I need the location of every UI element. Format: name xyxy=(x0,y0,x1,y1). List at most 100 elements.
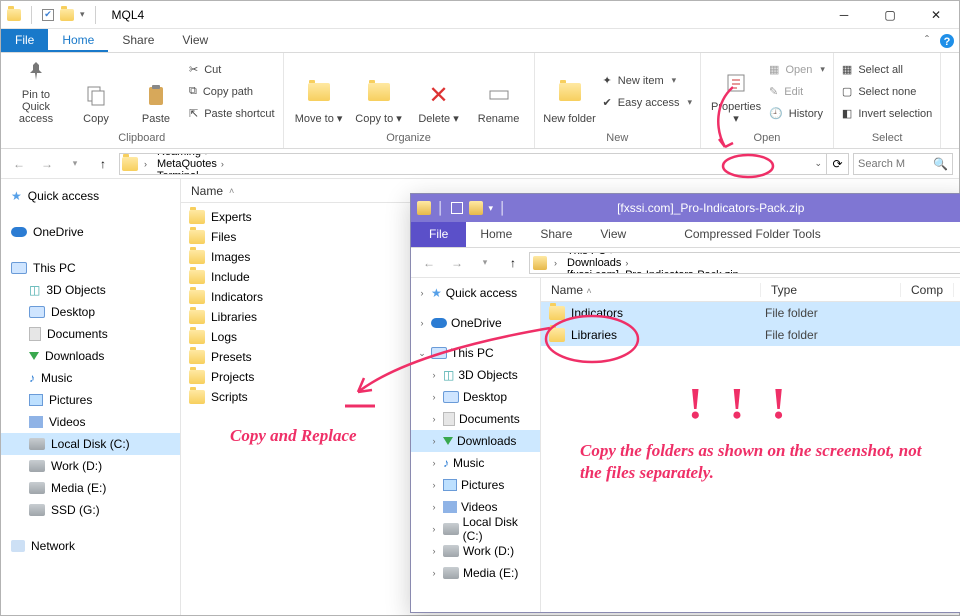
forward-button[interactable]: → xyxy=(35,152,59,176)
search-box[interactable]: 🔍 xyxy=(853,153,953,175)
select-none-icon: ▢ xyxy=(842,85,852,98)
column-name[interactable]: Name ˄ xyxy=(541,283,761,297)
up-button[interactable]: ↑ xyxy=(501,251,525,275)
nav-item[interactable]: ›Local Disk (C:) xyxy=(411,518,540,540)
breadcrumb-item[interactable]: Downloads› xyxy=(561,257,752,269)
nav-quick-access[interactable]: ★Quick access xyxy=(1,185,180,207)
nav-item[interactable]: ›◫3D Objects xyxy=(411,364,540,386)
nav-onedrive[interactable]: OneDrive xyxy=(1,221,180,243)
tab-home[interactable]: Home xyxy=(48,29,108,52)
tab-home[interactable]: Home xyxy=(466,222,526,247)
nav-item[interactable]: ›Media (E:) xyxy=(411,562,540,584)
nav-item[interactable]: ›Documents xyxy=(411,408,540,430)
nav-item[interactable]: ›♪Music xyxy=(411,452,540,474)
nav-item[interactable]: Media (E:) xyxy=(1,477,180,499)
new-folder-button[interactable]: New folder xyxy=(543,58,597,126)
minimize-button[interactable]: ─ xyxy=(821,1,867,29)
nav-this-pc[interactable]: ⌄This PC xyxy=(411,342,540,364)
nav-item[interactable]: ◫3D Objects xyxy=(1,279,180,301)
up-button[interactable]: ↑ xyxy=(91,152,115,176)
folder-icon xyxy=(189,390,205,404)
nav-item[interactable]: Local Disk (C:) xyxy=(1,433,180,455)
qat-checkbox[interactable]: ✔ xyxy=(42,9,54,21)
copy-button[interactable]: Copy xyxy=(69,58,123,126)
breadcrumb[interactable]: › This PC›Downloads›[fxssi.com]_Pro-Indi… xyxy=(529,252,960,274)
maximize-button[interactable]: ▢ xyxy=(867,1,913,29)
group-label-new: New xyxy=(535,130,701,148)
breadcrumb-item[interactable]: MetaQuotes› xyxy=(151,158,378,170)
column-type[interactable]: Type xyxy=(761,283,901,297)
qat-dropdown-icon[interactable]: ▾ xyxy=(489,203,494,214)
close-button[interactable]: ✕ xyxy=(913,1,959,29)
paste-shortcut-button[interactable]: ⇱Paste shortcut xyxy=(189,104,275,124)
select-all-button[interactable]: ▦Select all xyxy=(842,60,932,80)
nav-item[interactable]: Downloads xyxy=(1,345,180,367)
back-button[interactable]: ← xyxy=(7,152,31,176)
search-input[interactable] xyxy=(858,158,929,170)
breadcrumb-item[interactable]: [fxssi.com]_Pro-Indicators-Pack.zip› xyxy=(561,269,752,274)
tab-view[interactable]: View xyxy=(586,222,640,247)
rename-button[interactable]: Rename xyxy=(472,58,526,126)
nav-item[interactable]: ›Downloads xyxy=(411,430,540,452)
invert-selection-button[interactable]: ◧Invert selection xyxy=(842,104,932,124)
nav-item[interactable]: ›Desktop xyxy=(411,386,540,408)
recent-button[interactable]: ▾ xyxy=(473,251,497,275)
properties-button[interactable]: Properties ▾ xyxy=(709,58,763,126)
folder-item[interactable]: IndicatorsFile folder xyxy=(541,302,960,324)
column-name[interactable]: Name˄ xyxy=(181,184,244,198)
file-menu[interactable]: File xyxy=(1,29,48,52)
video-icon xyxy=(443,501,457,513)
nav-item[interactable]: ♪Music xyxy=(1,367,180,389)
forward-button[interactable]: → xyxy=(445,251,469,275)
nav-quick-access[interactable]: ›★Quick access xyxy=(411,282,540,304)
easy-access-icon: ✔ xyxy=(603,96,612,109)
refresh-button[interactable]: ⟳ xyxy=(826,153,848,175)
file-menu[interactable]: File xyxy=(411,222,466,247)
nav-item[interactable]: Videos xyxy=(1,411,180,433)
nav-item[interactable]: ›Work (D:) xyxy=(411,540,540,562)
breadcrumb[interactable]: › Alice›AppData›Roaming›MetaQuotes›Termi… xyxy=(119,153,849,175)
history-button[interactable]: 🕘History xyxy=(769,104,825,124)
column-comp[interactable]: Comp xyxy=(901,283,954,297)
folder-icon xyxy=(189,310,205,324)
nav-item[interactable]: Work (D:) xyxy=(1,455,180,477)
ribbon-collapse-icon[interactable]: ˆ xyxy=(919,29,935,52)
new-item-button[interactable]: ✦New item xyxy=(603,71,693,91)
breadcrumb-item[interactable]: Terminal› xyxy=(151,170,378,175)
nav-item[interactable]: SSD (G:) xyxy=(1,499,180,521)
back-button[interactable]: ← xyxy=(417,251,441,275)
nav-item[interactable]: Pictures xyxy=(1,389,180,411)
pin-quick-access-button[interactable]: Pin to Quick access xyxy=(9,58,63,126)
nav-onedrive[interactable]: ›OneDrive xyxy=(411,312,540,334)
easy-access-button[interactable]: ✔Easy access xyxy=(603,93,693,113)
qat-checkbox[interactable] xyxy=(451,202,463,214)
tab-share[interactable]: Share xyxy=(526,222,586,247)
nav-item[interactable]: Documents xyxy=(1,323,180,345)
nav-item[interactable]: ›Pictures xyxy=(411,474,540,496)
move-to-button[interactable]: Move to ▾ xyxy=(292,58,346,126)
nav-item[interactable]: Desktop xyxy=(1,301,180,323)
open-button[interactable]: ▦Open xyxy=(769,60,825,80)
folder-item[interactable]: LibrariesFile folder xyxy=(541,324,960,346)
document-icon xyxy=(29,327,41,341)
picture-icon xyxy=(29,394,43,406)
nav-this-pc[interactable]: This PC xyxy=(1,257,180,279)
recent-button[interactable]: ▾ xyxy=(63,152,87,176)
copy-path-button[interactable]: ⧉Copy path xyxy=(189,82,275,102)
cut-button[interactable]: ✂Cut xyxy=(189,60,275,80)
paste-button[interactable]: Paste xyxy=(129,58,183,126)
tab-view[interactable]: View xyxy=(168,29,222,52)
properties-icon xyxy=(722,71,750,99)
address-dropdown-icon[interactable]: ⌄ xyxy=(810,158,826,169)
tab-share[interactable]: Share xyxy=(108,29,168,52)
edit-button[interactable]: ✎Edit xyxy=(769,82,825,102)
nav-network[interactable]: Network xyxy=(1,535,180,557)
help-icon[interactable]: ? xyxy=(935,29,959,52)
copy-to-button[interactable]: Copy to ▾ xyxy=(352,58,406,126)
zip-icon xyxy=(469,201,483,215)
select-none-button[interactable]: ▢Select none xyxy=(842,82,932,102)
delete-button[interactable]: ✕ Delete ▾ xyxy=(412,58,466,126)
tab-compressed-tools[interactable]: Compressed Folder Tools xyxy=(670,222,835,247)
window-title: MQL4 xyxy=(106,8,821,22)
qat-dropdown-icon[interactable]: ▾ xyxy=(80,9,85,20)
